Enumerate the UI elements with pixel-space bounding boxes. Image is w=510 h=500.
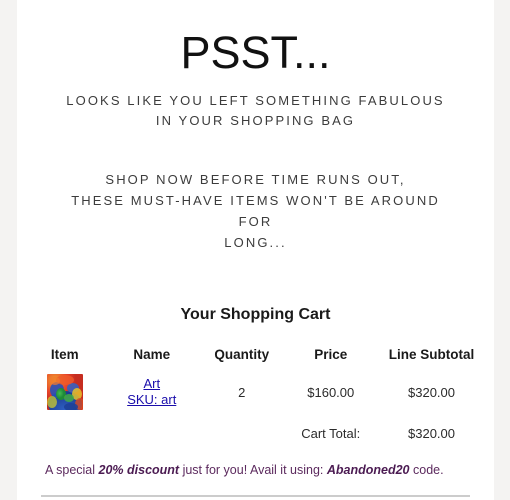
table-row: Art SKU: art 2 $160.00 $320.00 bbox=[23, 366, 489, 418]
column-header-item: Item bbox=[50, 346, 79, 362]
cart-total-label: Cart Total: bbox=[301, 426, 361, 441]
cell-item-thumbnail bbox=[23, 366, 107, 418]
email-content-area: PSST... LOOKS LIKE YOU LEFT SOMETHING FA… bbox=[17, 0, 494, 500]
discount-middle: just for you! Avail it using: bbox=[179, 463, 327, 477]
discount-code: Abandoned20 bbox=[326, 463, 410, 477]
promo-line-1: SHOP NOW BEFORE TIME RUNS OUT, bbox=[105, 172, 406, 187]
product-name-link[interactable]: Art bbox=[121, 376, 183, 392]
column-header-price: Price bbox=[314, 346, 348, 362]
hero-subtitle-line-1: LOOKS LIKE YOU LEFT SOMETHING FABULOUS bbox=[66, 93, 445, 108]
discount-prefix: A special bbox=[45, 463, 99, 477]
column-header-name: Name bbox=[133, 346, 171, 362]
discount-emphasis: 20% discount bbox=[98, 463, 180, 477]
cart-total-row: Cart Total: $320.00 bbox=[23, 418, 489, 449]
cell-price: $160.00 bbox=[307, 384, 355, 400]
promo-line-2: THESE MUST-HAVE ITEMS WON'T BE AROUND FO… bbox=[71, 193, 440, 229]
cart-table: Item Name Quantity Price Line Subtotal A… bbox=[23, 342, 489, 449]
promo-message: SHOP NOW BEFORE TIME RUNS OUT, THESE MUS… bbox=[17, 131, 494, 253]
page-title: PSST... bbox=[180, 27, 331, 78]
product-image-icon bbox=[46, 374, 83, 410]
cell-empty-name bbox=[107, 418, 197, 449]
hero-subtitle: LOOKS LIKE YOU LEFT SOMETHING FABULOUS I… bbox=[17, 79, 494, 131]
cart-heading: Your Shopping Cart bbox=[180, 306, 331, 323]
cell-line-subtotal: $320.00 bbox=[408, 384, 455, 400]
footer-divider bbox=[41, 495, 470, 497]
promo-line-3: LONG... bbox=[224, 235, 287, 250]
cart-total-value: $320.00 bbox=[408, 426, 455, 441]
cell-product-name: Art SKU: art bbox=[107, 366, 197, 418]
table-header-row: Item Name Quantity Price Line Subtotal bbox=[23, 342, 489, 366]
column-header-quantity: Quantity bbox=[214, 346, 270, 362]
discount-note: A special 20% discount just for you! Ava… bbox=[17, 449, 494, 479]
cell-quantity: 2 bbox=[238, 384, 246, 400]
email-preview-page: PSST... LOOKS LIKE YOU LEFT SOMETHING FA… bbox=[0, 0, 510, 500]
cell-empty-quantity bbox=[197, 418, 287, 449]
discount-suffix: code. bbox=[409, 463, 444, 477]
hero-subtitle-line-2: IN YOUR SHOPPING BAG bbox=[155, 113, 356, 128]
product-sku-link[interactable]: SKU: art bbox=[121, 392, 183, 408]
cell-empty-item bbox=[23, 418, 107, 449]
column-header-line-subtotal: Line Subtotal bbox=[388, 346, 475, 362]
